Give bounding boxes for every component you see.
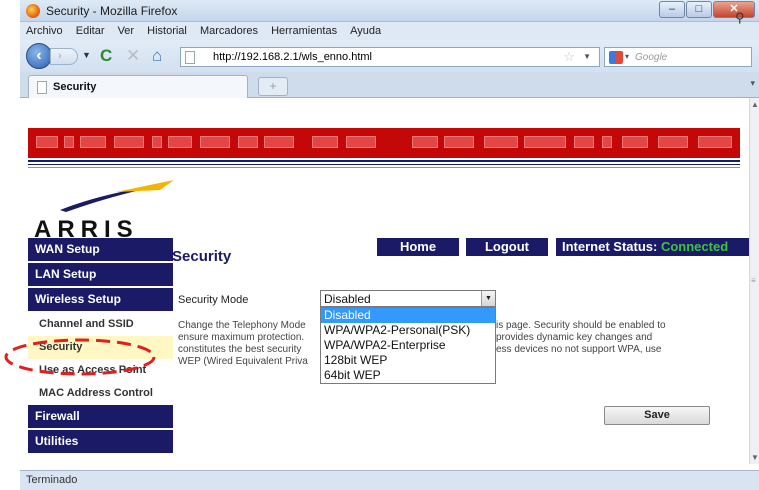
sidebar-item-lan-setup[interactable]: LAN Setup — [28, 263, 173, 286]
url-bar[interactable]: http://192.168.2.1/wls_enno.html ☆ ▼ — [180, 47, 600, 67]
save-button[interactable]: Save — [604, 406, 710, 425]
sidebar-item-wan-setup[interactable]: WAN Setup — [28, 238, 173, 261]
description-line: constitutes the best security — [178, 344, 302, 355]
page-content: ARRIS Home Logout Internet Status: Conne… — [20, 98, 749, 464]
security-mode-options: Disabled WPA/WPA2-Personal(PSK) WPA/WPA2… — [320, 307, 496, 384]
vertical-scrollbar[interactable]: ▲ ≡ ▼ — [749, 98, 759, 464]
status-text: Terminado — [26, 474, 78, 486]
new-tab-button[interactable]: + — [258, 77, 288, 96]
search-placeholder: Google — [635, 52, 668, 63]
search-icon[interactable]: ⚲ — [735, 10, 745, 26]
menu-historial[interactable]: Historial — [142, 22, 192, 37]
star-icon[interactable]: ☆ — [563, 49, 575, 65]
history-dropdown-icon[interactable]: ▼ — [82, 50, 91, 60]
tab-security[interactable]: Security — [28, 75, 248, 98]
description-line: is page. Security should be enabled to — [496, 320, 666, 331]
sidebar-item-channel-ssid[interactable]: Channel and SSID — [28, 313, 173, 336]
tab-bar: Security + ▾ — [20, 72, 759, 98]
window-titlebar: Security - Mozilla Firefox – □ ✕ — [20, 0, 759, 22]
sidebar-item-security[interactable]: Security — [28, 336, 173, 359]
minimize-button[interactable]: – — [659, 1, 685, 18]
description-line: WEP (Wired Equivalent Priva — [178, 356, 308, 367]
google-icon[interactable] — [609, 51, 623, 64]
menu-bar: Archivo Editar Ver Historial Marcadores … — [20, 22, 759, 40]
description-left: Change the Telephony Mode ensure maximum… — [178, 320, 320, 368]
description-line: Change the Telephony Mode — [178, 320, 306, 331]
option-wpa-personal[interactable]: WPA/WPA2-Personal(PSK) — [321, 323, 495, 338]
forward-icon[interactable]: › — [50, 48, 78, 65]
banner-stripe — [28, 164, 740, 165]
internet-status-label: Internet Status: — [562, 239, 658, 254]
description-line: provides dynamic key changes and — [496, 332, 653, 343]
sidebar-item-wireless-setup[interactable]: Wireless Setup — [28, 288, 173, 311]
internet-status: Internet Status: Connected — [556, 238, 749, 256]
description-line: ensure maximum protection. — [178, 332, 305, 343]
tab-label: Security — [53, 81, 97, 93]
home-icon[interactable]: ⌂ — [152, 46, 162, 66]
maximize-button[interactable]: □ — [686, 1, 712, 18]
option-128bit-wep[interactable]: 128bit WEP — [321, 353, 495, 368]
sidebar-item-firewall[interactable]: Firewall — [28, 405, 173, 428]
navigation-toolbar: ‹ › ▼ C ✕ ⌂ http://192.168.2.1/wls_enno.… — [20, 40, 759, 72]
chevron-down-icon[interactable]: ▼ — [481, 291, 495, 306]
stop-icon[interactable]: ✕ — [126, 46, 140, 66]
menu-ver[interactable]: Ver — [113, 22, 140, 37]
close-button[interactable]: ✕ — [713, 1, 755, 18]
header-banner — [28, 128, 740, 158]
home-button[interactable]: Home — [377, 238, 459, 256]
security-mode-label: Security Mode — [178, 294, 249, 306]
logout-button[interactable]: Logout — [466, 238, 548, 256]
scroll-thumb[interactable]: ≡ — [751, 276, 756, 285]
search-input[interactable]: ▾ Google — [604, 47, 752, 67]
search-engine-dropdown-icon[interactable]: ▾ — [625, 52, 629, 61]
banner-stripe — [28, 167, 740, 168]
menu-marcadores[interactable]: Marcadores — [195, 22, 263, 37]
sidebar-item-utilities[interactable]: Utilities — [28, 430, 173, 453]
arris-logo-swoosh — [60, 180, 174, 212]
security-mode-select[interactable]: Disabled ▼ — [320, 290, 496, 307]
menu-ayuda[interactable]: Ayuda — [345, 22, 386, 37]
page-icon — [185, 51, 195, 64]
security-mode-selected: Disabled — [324, 292, 371, 306]
option-64bit-wep[interactable]: 64bit WEP — [321, 368, 495, 383]
list-tabs-icon[interactable]: ▾ — [750, 78, 755, 89]
page-title: Security — [172, 248, 232, 265]
sidebar-item-mac-control[interactable]: MAC Address Control — [28, 382, 173, 405]
description-right: is page. Security should be enabled to p… — [496, 320, 736, 356]
left-margin — [0, 0, 20, 490]
url-text[interactable]: http://192.168.2.1/wls_enno.html — [213, 51, 372, 63]
menu-archivo[interactable]: Archivo — [20, 22, 68, 37]
sidebar-item-access-point[interactable]: Use as Access Point — [28, 359, 173, 382]
window-title: Security - Mozilla Firefox — [46, 4, 178, 18]
scroll-up-icon[interactable]: ▲ — [751, 100, 759, 109]
banner-stripe — [28, 160, 740, 162]
internet-status-value: Connected — [660, 239, 729, 254]
back-icon[interactable]: ‹ — [26, 43, 52, 69]
sidebar: WAN Setup LAN Setup Wireless Setup Chann… — [28, 238, 173, 455]
firefox-icon — [26, 4, 40, 18]
menu-herramientas[interactable]: Herramientas — [266, 22, 342, 37]
page-icon — [37, 81, 47, 94]
option-wpa-enterprise[interactable]: WPA/WPA2-Enterprise — [321, 338, 495, 353]
menu-editar[interactable]: Editar — [71, 22, 110, 37]
description-line: ess devices no not support WPA, use — [496, 344, 662, 355]
reload-icon[interactable]: C — [100, 46, 112, 66]
scroll-down-icon[interactable]: ▼ — [751, 453, 759, 462]
status-bar: Terminado — [20, 470, 759, 490]
url-dropdown-icon[interactable]: ▼ — [583, 52, 591, 61]
option-disabled[interactable]: Disabled — [321, 308, 495, 323]
